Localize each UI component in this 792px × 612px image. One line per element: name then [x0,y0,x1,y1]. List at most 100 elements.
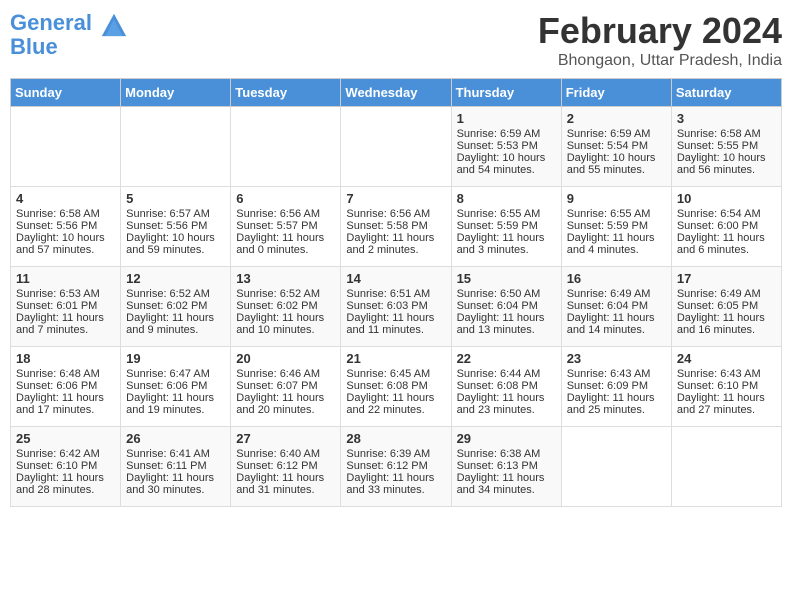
calendar-cell [671,427,781,507]
day-number: 9 [567,191,666,206]
day-number: 25 [16,431,115,446]
calendar-cell: 10 Sunrise: 6:54 AM Sunset: 6:00 PM Dayl… [671,187,781,267]
day-number: 14 [346,271,445,286]
calendar-cell: 15 Sunrise: 6:50 AM Sunset: 6:04 PM Dayl… [451,267,561,347]
sunset-text: Sunset: 6:11 PM [126,460,207,472]
daylight-text: Daylight: 11 hours and 20 minutes. [236,392,324,416]
sunset-text: Sunset: 5:55 PM [677,140,758,152]
daylight-text: Daylight: 11 hours and 19 minutes. [126,392,214,416]
calendar-cell [561,427,671,507]
logo: General Blue [10,10,128,60]
daylight-text: Daylight: 10 hours and 59 minutes. [126,232,215,256]
daylight-text: Daylight: 11 hours and 30 minutes. [126,472,214,496]
sunrise-text: Sunrise: 6:39 AM [346,448,430,460]
sunrise-text: Sunrise: 6:43 AM [567,368,651,380]
day-number: 11 [16,271,115,286]
sunset-text: Sunset: 6:00 PM [677,220,758,232]
calendar-cell: 18 Sunrise: 6:48 AM Sunset: 6:06 PM Dayl… [11,347,121,427]
sunrise-text: Sunrise: 6:54 AM [677,208,761,220]
calendar-cell: 29 Sunrise: 6:38 AM Sunset: 6:13 PM Dayl… [451,427,561,507]
sunrise-text: Sunrise: 6:58 AM [677,128,761,140]
day-number: 24 [677,351,776,366]
day-number: 6 [236,191,335,206]
sunrise-text: Sunrise: 6:48 AM [16,368,100,380]
calendar-cell: 28 Sunrise: 6:39 AM Sunset: 6:12 PM Dayl… [341,427,451,507]
sunset-text: Sunset: 6:10 PM [16,460,97,472]
sunrise-text: Sunrise: 6:58 AM [16,208,100,220]
daylight-text: Daylight: 10 hours and 57 minutes. [16,232,105,256]
calendar-cell: 9 Sunrise: 6:55 AM Sunset: 5:59 PM Dayli… [561,187,671,267]
daylight-text: Daylight: 11 hours and 4 minutes. [567,232,655,256]
day-header-tuesday: Tuesday [231,79,341,107]
sunrise-text: Sunrise: 6:53 AM [16,288,100,300]
daylight-text: Daylight: 11 hours and 22 minutes. [346,392,434,416]
day-number: 28 [346,431,445,446]
sunrise-text: Sunrise: 6:45 AM [346,368,430,380]
day-number: 21 [346,351,445,366]
day-number: 13 [236,271,335,286]
day-header-friday: Friday [561,79,671,107]
day-number: 26 [126,431,225,446]
day-number: 7 [346,191,445,206]
daylight-text: Daylight: 11 hours and 33 minutes. [346,472,434,496]
calendar-cell: 14 Sunrise: 6:51 AM Sunset: 6:03 PM Dayl… [341,267,451,347]
calendar-cell: 17 Sunrise: 6:49 AM Sunset: 6:05 PM Dayl… [671,267,781,347]
daylight-text: Daylight: 11 hours and 23 minutes. [457,392,545,416]
sunset-text: Sunset: 5:57 PM [236,220,317,232]
calendar-cell [231,107,341,187]
month-title: February 2024 [538,10,782,52]
sunset-text: Sunset: 6:02 PM [126,300,207,312]
sunset-text: Sunset: 5:56 PM [16,220,97,232]
calendar-cell: 6 Sunrise: 6:56 AM Sunset: 5:57 PM Dayli… [231,187,341,267]
sunrise-text: Sunrise: 6:49 AM [567,288,651,300]
daylight-text: Daylight: 11 hours and 10 minutes. [236,312,324,336]
calendar-cell: 11 Sunrise: 6:53 AM Sunset: 6:01 PM Dayl… [11,267,121,347]
day-number: 1 [457,111,556,126]
daylight-text: Daylight: 11 hours and 17 minutes. [16,392,104,416]
daylight-text: Daylight: 11 hours and 28 minutes. [16,472,104,496]
calendar-table: SundayMondayTuesdayWednesdayThursdayFrid… [10,78,782,507]
sunrise-text: Sunrise: 6:52 AM [126,288,210,300]
days-header-row: SundayMondayTuesdayWednesdayThursdayFrid… [11,79,782,107]
day-number: 22 [457,351,556,366]
daylight-text: Daylight: 11 hours and 13 minutes. [457,312,545,336]
day-number: 29 [457,431,556,446]
day-number: 19 [126,351,225,366]
day-number: 23 [567,351,666,366]
sunset-text: Sunset: 5:59 PM [567,220,648,232]
calendar-cell [11,107,121,187]
day-number: 4 [16,191,115,206]
daylight-text: Daylight: 11 hours and 31 minutes. [236,472,324,496]
calendar-cell: 2 Sunrise: 6:59 AM Sunset: 5:54 PM Dayli… [561,107,671,187]
day-number: 18 [16,351,115,366]
calendar-cell: 20 Sunrise: 6:46 AM Sunset: 6:07 PM Dayl… [231,347,341,427]
sunrise-text: Sunrise: 6:56 AM [346,208,430,220]
calendar-cell: 3 Sunrise: 6:58 AM Sunset: 5:55 PM Dayli… [671,107,781,187]
sunset-text: Sunset: 6:08 PM [457,380,538,392]
day-number: 17 [677,271,776,286]
sunset-text: Sunset: 5:58 PM [346,220,427,232]
calendar-cell: 27 Sunrise: 6:40 AM Sunset: 6:12 PM Dayl… [231,427,341,507]
sunrise-text: Sunrise: 6:59 AM [457,128,541,140]
sunrise-text: Sunrise: 6:40 AM [236,448,320,460]
daylight-text: Daylight: 11 hours and 14 minutes. [567,312,655,336]
week-row-3: 11 Sunrise: 6:53 AM Sunset: 6:01 PM Dayl… [11,267,782,347]
calendar-cell: 13 Sunrise: 6:52 AM Sunset: 6:02 PM Dayl… [231,267,341,347]
sunset-text: Sunset: 5:54 PM [567,140,648,152]
week-row-4: 18 Sunrise: 6:48 AM Sunset: 6:06 PM Dayl… [11,347,782,427]
sunrise-text: Sunrise: 6:38 AM [457,448,541,460]
calendar-cell: 25 Sunrise: 6:42 AM Sunset: 6:10 PM Dayl… [11,427,121,507]
day-header-sunday: Sunday [11,79,121,107]
sunset-text: Sunset: 6:06 PM [16,380,97,392]
sunrise-text: Sunrise: 6:50 AM [457,288,541,300]
calendar-cell: 24 Sunrise: 6:43 AM Sunset: 6:10 PM Dayl… [671,347,781,427]
sunset-text: Sunset: 5:53 PM [457,140,538,152]
sunset-text: Sunset: 6:01 PM [16,300,97,312]
daylight-text: Daylight: 11 hours and 16 minutes. [677,312,765,336]
calendar-cell [341,107,451,187]
daylight-text: Daylight: 11 hours and 25 minutes. [567,392,655,416]
sunrise-text: Sunrise: 6:44 AM [457,368,541,380]
daylight-text: Daylight: 11 hours and 0 minutes. [236,232,324,256]
sunrise-text: Sunrise: 6:51 AM [346,288,430,300]
sunset-text: Sunset: 5:59 PM [457,220,538,232]
